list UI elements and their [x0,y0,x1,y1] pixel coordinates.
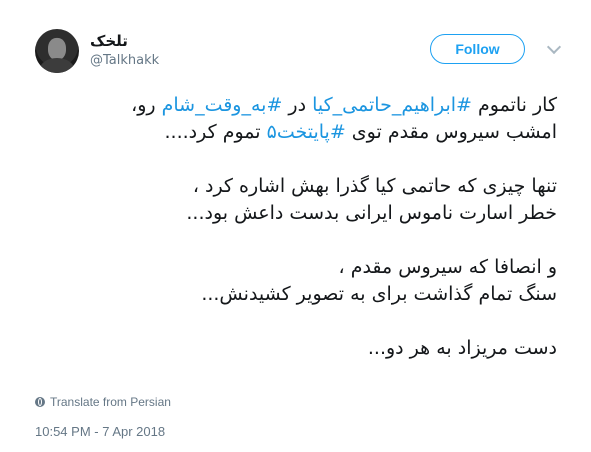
hashtag-link[interactable]: #به_وقت_شام [162,94,283,116]
paragraph-1: کار ناتموم #ابراهیم_حاتمی_کیا در #به_وقت… [30,92,557,146]
display-name[interactable]: تلخک [90,31,159,51]
text-line: امشب سیروس مقدم توی #پایتخت۵ تموم کرد...… [30,119,558,146]
username-handle[interactable]: @Talkhakk [90,51,159,71]
chevron-down-icon[interactable] [546,39,562,55]
text-segment: در [282,94,313,116]
translate-label[interactable]: Translate from Persian [50,395,171,409]
hashtag-link[interactable]: #پایتخت۵ [267,121,346,143]
text-line: تنها چیزی که حاتمی کیا گذرا بهش اشاره کر… [192,175,557,197]
tweet-text: کار ناتموم #ابراهیم_حاتمی_کیا در #به_وقت… [30,92,557,362]
paragraph-2: تنها چیزی که حاتمی کیا گذرا بهش اشاره کر… [30,173,557,227]
follow-button[interactable]: Follow [430,34,525,64]
text-segment: رو، [131,94,162,116]
avatar-body [40,58,74,73]
text-line: کار ناتموم #ابراهیم_حاتمی_کیا در #به_وقت… [30,92,557,119]
avatar-face [48,38,66,60]
text-line: خطر اسارت ناموس ایرانی بدست داعش بود... [186,202,557,224]
avatar[interactable] [35,29,79,73]
globe-icon [35,397,45,407]
text-line: دست مریزاد به هر دو... [367,337,557,359]
paragraph-4: دست مریزاد به هر دو... [30,335,557,362]
hashtag-link[interactable]: #ابراهیم_حاتمی_کیا [312,94,472,116]
text-segment: کار ناتموم [471,94,557,116]
paragraph-3: و انصافا که سیروس مقدم ، سنگ تمام گذاشت … [30,254,557,308]
text-segment: تموم کرد.... [164,121,267,143]
text-line: و انصافا که سیروس مقدم ، [338,256,557,278]
author-names[interactable]: تلخک @Talkhakk [90,31,159,71]
text-line: سنگ تمام گذاشت برای به تصویر کشیدنش... [201,283,557,305]
tweet-timestamp[interactable]: 10:54 PM - 7 Apr 2018 [35,424,165,439]
text-segment: امشب سیروس مقدم توی [345,121,557,143]
translate-link[interactable]: Translate from Persian [35,395,171,409]
